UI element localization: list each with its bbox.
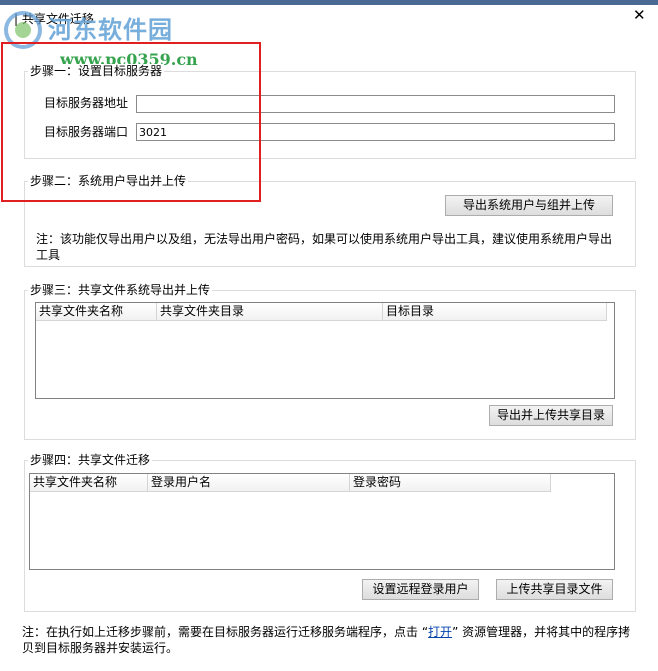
column-header[interactable]: 共享文件夹名称 [30,474,148,491]
share-migrate-table[interactable]: 共享文件夹名称 登录用户名 登录密码 [29,473,615,570]
step4-label: 步骤四：共享文件迁移 [28,453,153,467]
open-explorer-link[interactable]: 打开 [428,625,452,639]
highlight-box [1,42,261,202]
column-header[interactable]: 登录密码 [350,474,551,491]
window-top-border [0,0,658,5]
column-header[interactable]: 登录用户名 [148,474,350,491]
step2-note: 注：该功能仅导出用户以及组，无法导出用户密码，如果可以使用系统用户导出工具，建议… [36,232,613,262]
close-icon[interactable]: ✕ [633,6,646,24]
table-header: 共享文件夹名称 共享文件夹目录 目标目录 [36,303,607,321]
export-share-dirs-button[interactable]: 导出并上传共享目录 [489,405,613,426]
footer-note-text: 注：在执行如上迁移步骤前，需要在目标服务器运行迁移服务端程序，点击 “ [22,625,429,639]
step3-label: 步骤三：共享文件系统导出并上传 [28,283,213,297]
footer-note: 注：在执行如上迁移步骤前，需要在目标服务器运行迁移服务端程序，点击 “打开” 资… [22,624,634,656]
column-header[interactable]: 共享文件夹名称 [36,303,157,320]
watermark-site-name: 河东软件园 [48,15,173,44]
set-remote-login-button[interactable]: 设置远程登录用户 [362,579,479,600]
upload-share-files-button[interactable]: 上传共享目录文件 [496,579,613,600]
column-header[interactable]: 共享文件夹目录 [157,303,383,320]
export-users-button[interactable]: 导出系统用户与组并上传 [445,195,613,216]
table-header: 共享文件夹名称 登录用户名 登录密码 [30,474,551,492]
share-export-table[interactable]: 共享文件夹名称 共享文件夹目录 目标目录 [35,302,615,399]
column-header[interactable]: 目标目录 [383,303,607,320]
